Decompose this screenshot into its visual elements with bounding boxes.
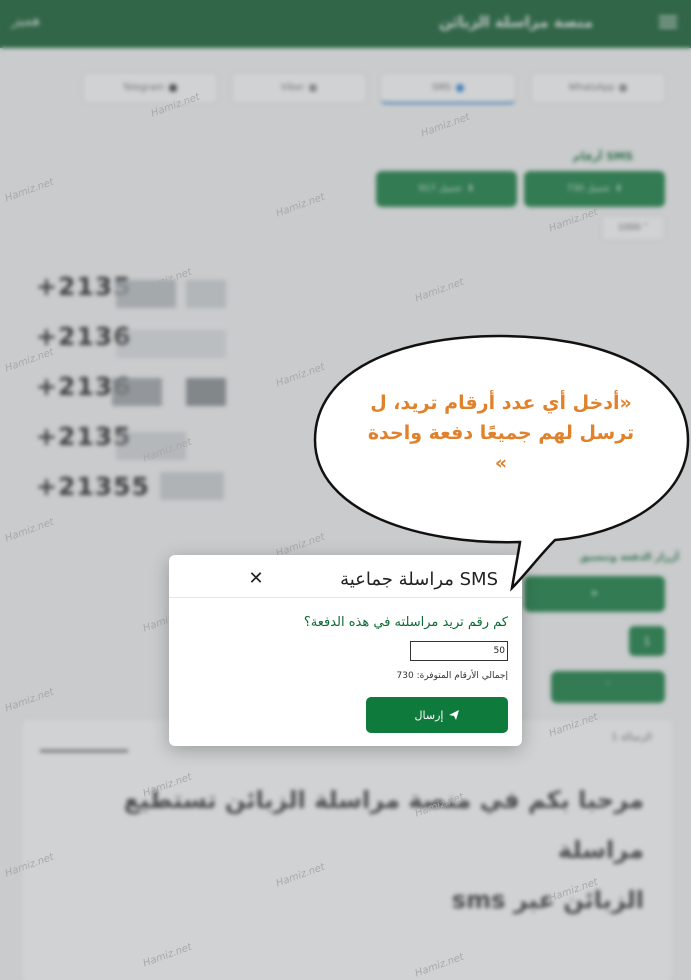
speech-bubble — [313, 334, 690, 592]
bubble-line: «أدخل أي عدد أرقام تريد، ل — [370, 392, 632, 414]
bubble-line: ترسل لهم جميعًا دفعة واحدة — [367, 422, 635, 444]
page: منصة مراسلة الزبائن هميز WhatsApp SMS Vi… — [0, 0, 691, 980]
bubble-line: » — [494, 452, 508, 474]
speech-bubble-text: «أدخل أي عدد أرقام تريد، ل ترسل لهم جميع… — [345, 388, 657, 478]
